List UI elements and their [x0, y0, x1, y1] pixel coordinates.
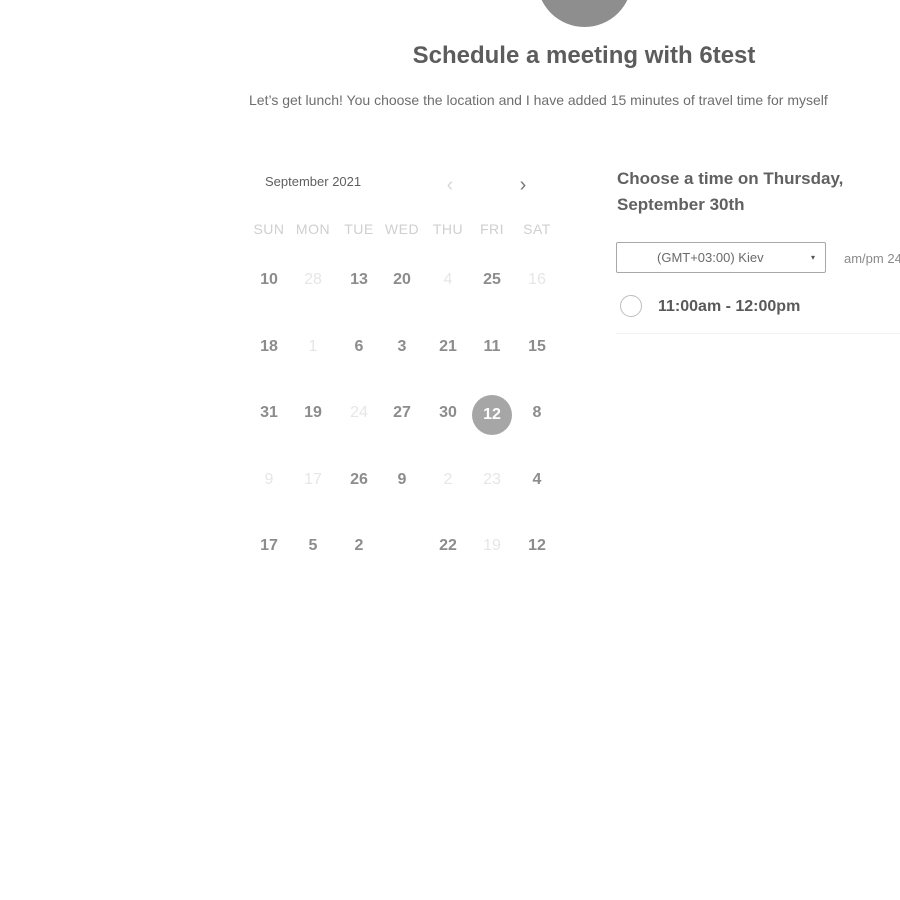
calendar-day[interactable]: 25	[470, 260, 514, 300]
prev-month-button[interactable]: ‹	[440, 173, 460, 197]
calendar-day[interactable]: 5	[291, 526, 335, 566]
calendar-day[interactable]: 2	[337, 526, 381, 566]
time-format-toggle[interactable]: am/pm 24hr	[844, 251, 900, 266]
weekday-label: WED	[384, 221, 420, 237]
calendar-day[interactable]: 10	[247, 260, 291, 300]
meeting-description: Let’s get lunch! You choose the location…	[249, 92, 828, 108]
timezone-select[interactable]: (GMT+03:00) Kiev ▾	[616, 242, 826, 273]
calendar-day[interactable]: 3	[380, 327, 424, 367]
chevron-down-icon: ▾	[810, 253, 815, 262]
month-label: September 2021	[265, 174, 362, 189]
calendar-day: 17	[304, 471, 322, 488]
calendar-day[interactable]: 9	[380, 460, 424, 500]
weekday-label: THU	[432, 221, 464, 237]
weekday-label: FRI	[479, 221, 505, 237]
page-title: Schedule a meeting with 6test	[412, 42, 756, 69]
calendar-day[interactable]: 22	[426, 526, 470, 566]
host-avatar	[537, 0, 632, 27]
time-heading: Choose a time on Thursday, September 30t…	[617, 169, 844, 214]
calendar-day: 16	[528, 271, 546, 288]
weekday-label: SUN	[253, 221, 285, 237]
selected-day[interactable]: 12	[472, 395, 512, 435]
calendar-day[interactable]: 11	[470, 327, 514, 367]
time-slot[interactable]: 11:00am - 12:00pm	[616, 292, 900, 334]
calendar-day: 24	[350, 404, 368, 421]
calendar-day[interactable]: 26	[337, 460, 381, 500]
calendar-day: 28	[304, 271, 322, 288]
calendar-day: 2	[443, 471, 453, 488]
next-month-button[interactable]: ›	[513, 173, 533, 197]
calendar-day[interactable]: 21	[426, 327, 470, 367]
calendar-day: 23	[483, 471, 501, 488]
calendar-day[interactable]: 8	[515, 393, 559, 433]
calendar-day[interactable]: 18	[247, 327, 291, 367]
calendar-day[interactable]: 12	[515, 526, 559, 566]
calendar-day: 1	[308, 338, 318, 355]
calendar-day[interactable]: 17	[247, 526, 291, 566]
weekday-label: TUE	[344, 221, 374, 237]
calendar-day: 9	[264, 471, 274, 488]
calendar-day: 4	[443, 271, 453, 288]
slot-label: 11:00am - 12:00pm	[658, 298, 801, 315]
calendar-day[interactable]: 27	[380, 393, 424, 433]
calendar-day[interactable]: 19	[291, 393, 335, 433]
calendar-day[interactable]: 13	[337, 260, 381, 300]
calendar-day: 19	[483, 537, 501, 554]
timezone-value: (GMT+03:00) Kiev	[657, 250, 764, 265]
calendar-day[interactable]: 31	[247, 393, 291, 433]
calendar-day[interactable]: 30	[426, 393, 470, 433]
weekday-label: MON	[295, 221, 331, 237]
calendar-day[interactable]: 6	[337, 327, 381, 367]
calendar-day[interactable]: 20	[380, 260, 424, 300]
calendar-day[interactable]: 4	[515, 460, 559, 500]
weekday-label: SAT	[523, 221, 551, 237]
calendar-day[interactable]: 15	[515, 327, 559, 367]
slot-radio[interactable]	[620, 295, 642, 317]
